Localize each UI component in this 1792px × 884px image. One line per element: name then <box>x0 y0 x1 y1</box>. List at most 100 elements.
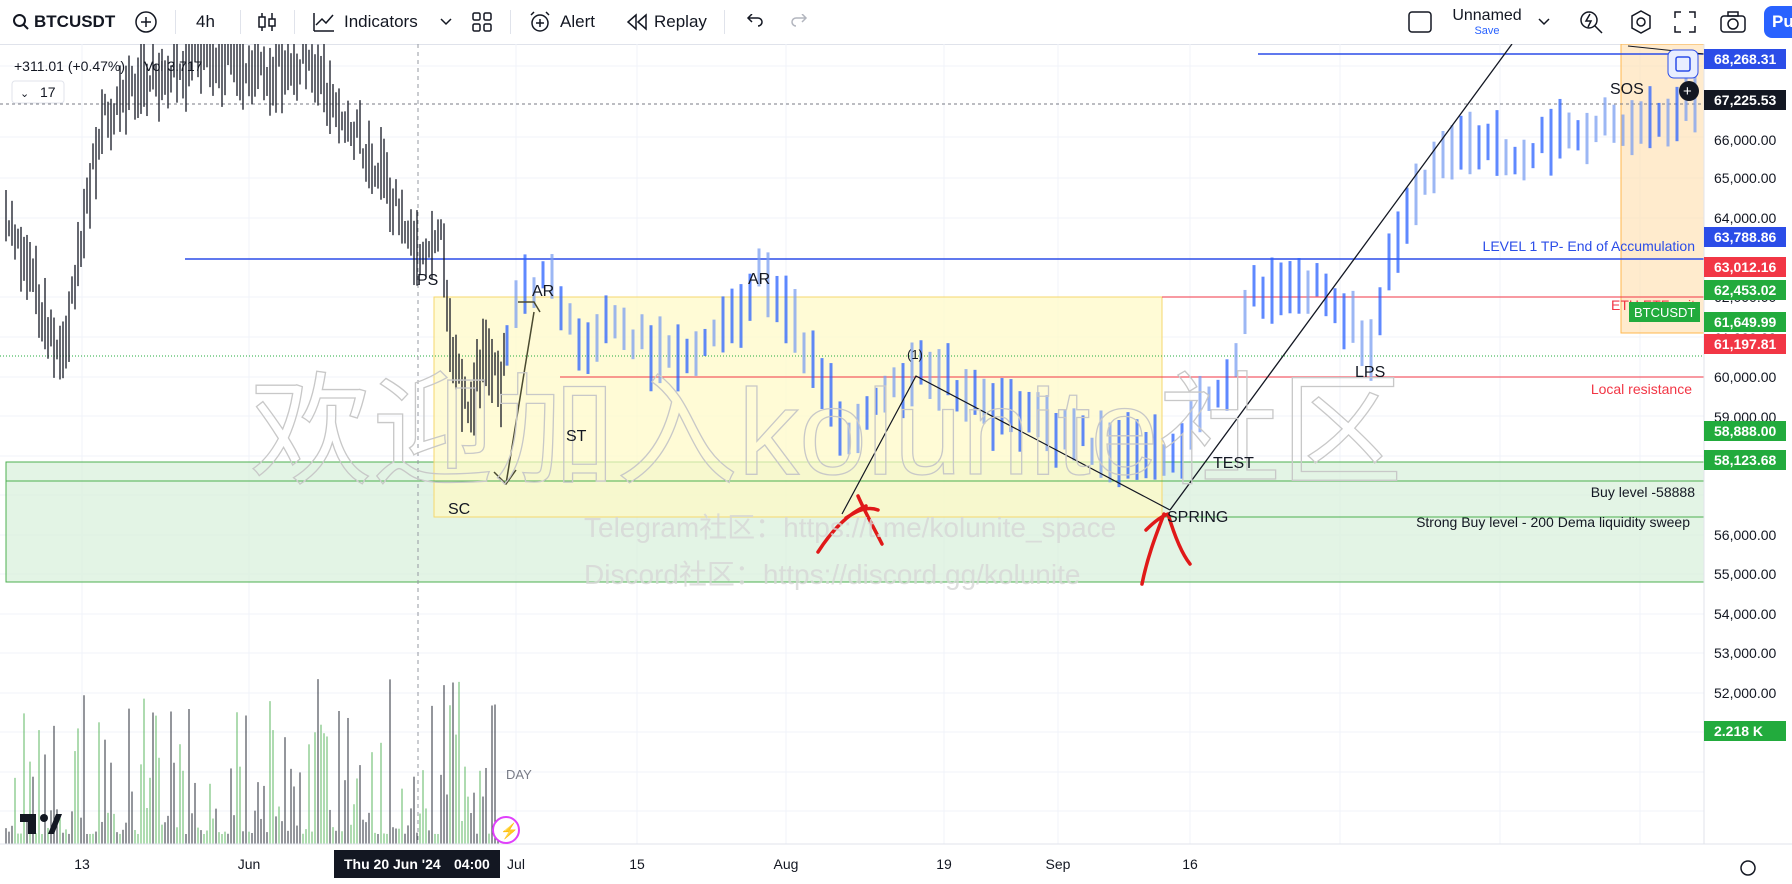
price-tick: 53,000.00 <box>1714 645 1776 661</box>
label-ar-2: AR <box>748 271 770 288</box>
rewind-icon <box>626 13 647 31</box>
quick-search-button[interactable] <box>1578 0 1604 44</box>
tradingview-logo <box>20 814 62 834</box>
legend-change: +311.01 (+0.47%) <box>14 58 125 74</box>
alert-label: Alert <box>560 12 595 31</box>
symbol-search[interactable]: BTCUSDT <box>12 0 115 44</box>
alert-button[interactable]: Alert <box>528 0 595 44</box>
time-label-16: 16 <box>1182 856 1198 872</box>
chevron-down-icon <box>1538 18 1550 26</box>
square-icon <box>1408 11 1432 33</box>
chart-area[interactable]: 欢迎加入kolunite社区 Telegram社区：https://t.me/k… <box>0 15 1792 879</box>
redo-icon <box>791 14 808 27</box>
buy-level-label: Buy level -58888 <box>1591 484 1696 500</box>
layout-name-button[interactable]: Unnamed Save <box>1450 0 1524 44</box>
chart-canvas[interactable]: 欢迎加入kolunite社区 Telegram社区：https://t.me/k… <box>0 15 1792 879</box>
layout-checkbox[interactable] <box>1408 0 1432 44</box>
scroll-lock-button[interactable] <box>1667 49 1699 79</box>
publish-label: Pu <box>1764 6 1792 38</box>
price-badge-label: 63,788.86 <box>1714 229 1776 245</box>
price-tick: 54,000.00 <box>1714 606 1776 622</box>
indicators-icon <box>313 13 334 32</box>
lightning-glyph: ⚡ <box>500 822 519 840</box>
undo-icon <box>746 14 763 27</box>
label-ar-1: AR <box>532 283 554 300</box>
lightning-search-icon <box>1580 11 1603 34</box>
price-badge-label: 58,123.68 <box>1714 452 1776 468</box>
gear-icon <box>1631 10 1651 34</box>
interval-button[interactable]: 4h <box>196 0 215 44</box>
price-tick: 60,000.00 <box>1714 369 1776 385</box>
price-badge-label: 62,453.02 <box>1714 282 1776 298</box>
price-badge-label: 61,649.99 <box>1714 314 1776 330</box>
label-lps: LPS <box>1355 364 1385 381</box>
layout-name: Unnamed <box>1452 7 1522 24</box>
layout-dropdown[interactable] <box>1538 0 1550 44</box>
crosshair-date: Thu 20 Jun '24 <box>344 856 441 872</box>
plus-circle-icon <box>135 11 157 33</box>
price-badge-label: 68,268.31 <box>1714 51 1776 67</box>
time-label-sep: Sep <box>1046 856 1071 872</box>
top-toolbar: BTCUSDT 4h Indicators Alert Replay Unnam… <box>0 0 1792 45</box>
price-badge-label: 63,012.16 <box>1714 259 1776 275</box>
chevron-down-icon <box>440 18 452 26</box>
fullscreen-icon <box>1674 11 1696 33</box>
time-label-jun: Jun <box>238 856 261 872</box>
settings-small-icon[interactable] <box>1740 860 1756 876</box>
label-sos: SOS <box>1610 81 1644 98</box>
price-badge-label: 2.218 K <box>1714 723 1763 739</box>
camera-icon <box>1720 11 1746 33</box>
time-label-jul: Jul <box>507 856 525 872</box>
label-ps: PS <box>417 272 438 289</box>
label-spring: SPRING <box>1167 509 1228 526</box>
publish-button[interactable]: Pu <box>1764 0 1792 44</box>
replay-label: Replay <box>654 12 707 31</box>
time-label-aug: Aug <box>774 856 799 872</box>
grid-icon <box>472 12 492 32</box>
time-label-19: 19 <box>936 856 952 872</box>
interval-label: 4h <box>196 12 215 31</box>
watermark-main: 欢迎加入kolunite社区 <box>250 364 1403 500</box>
replay-button[interactable]: Replay <box>626 0 707 44</box>
redo-button[interactable] <box>790 0 810 44</box>
fullscreen-button[interactable] <box>1674 0 1696 44</box>
indicators-label: Indicators <box>344 12 418 31</box>
label-sc: SC <box>448 501 470 518</box>
search-icon <box>13 14 29 30</box>
price-badge-label: 58,888.00 <box>1714 423 1776 439</box>
price-badge-label: 67,225.53 <box>1714 92 1776 108</box>
strong-buy-label: Strong Buy level - 200 Dema liquidity sw… <box>1416 514 1690 530</box>
chevron-down-icon: ⌄ <box>20 88 29 100</box>
alarm-clock-icon <box>530 11 550 32</box>
watermark-telegram: Telegram社区：https://t.me/kolunite_space <box>584 512 1116 543</box>
time-label-15: 15 <box>629 856 645 872</box>
price-badge-label: 61,197.81 <box>1714 336 1776 352</box>
level1-label: LEVEL 1 TP- End of Accumulation <box>1483 238 1695 254</box>
candles-icon <box>258 13 276 31</box>
watermark-discord: Discord社区：https://discord.gg/kolunite <box>584 559 1080 590</box>
layouts-button[interactable] <box>472 0 492 44</box>
price-tick: 66,000.00 <box>1714 132 1776 148</box>
save-label: Save <box>1474 25 1500 37</box>
label-st: ST <box>566 428 587 445</box>
price-tick: 56,000.00 <box>1714 527 1776 543</box>
settings-button[interactable] <box>1628 0 1654 44</box>
price-tick: 55,000.00 <box>1714 566 1776 582</box>
price-tick: 65,000.00 <box>1714 170 1776 186</box>
indicators-button[interactable]: Indicators <box>312 0 418 44</box>
label-one: (1) <box>907 347 923 362</box>
snapshot-button[interactable] <box>1720 0 1746 44</box>
legend-volume: Vol 3.717 <box>144 58 203 74</box>
price-tick: 64,000.00 <box>1714 210 1776 226</box>
undo-button[interactable] <box>744 0 764 44</box>
crosshair-time: 04:00 <box>454 856 490 872</box>
local-resistance-label: Local resistance <box>1591 381 1692 397</box>
time-label-13: 13 <box>74 856 90 872</box>
chart-type-button[interactable] <box>256 0 278 44</box>
compare-symbol-button[interactable] <box>134 0 158 44</box>
label-test: TEST <box>1213 455 1254 472</box>
volume-overlay-day: DAY <box>506 767 532 782</box>
indicators-dropdown[interactable] <box>440 0 452 44</box>
symbol-label: BTCUSDT <box>34 12 116 31</box>
volume-bars <box>5 679 499 844</box>
